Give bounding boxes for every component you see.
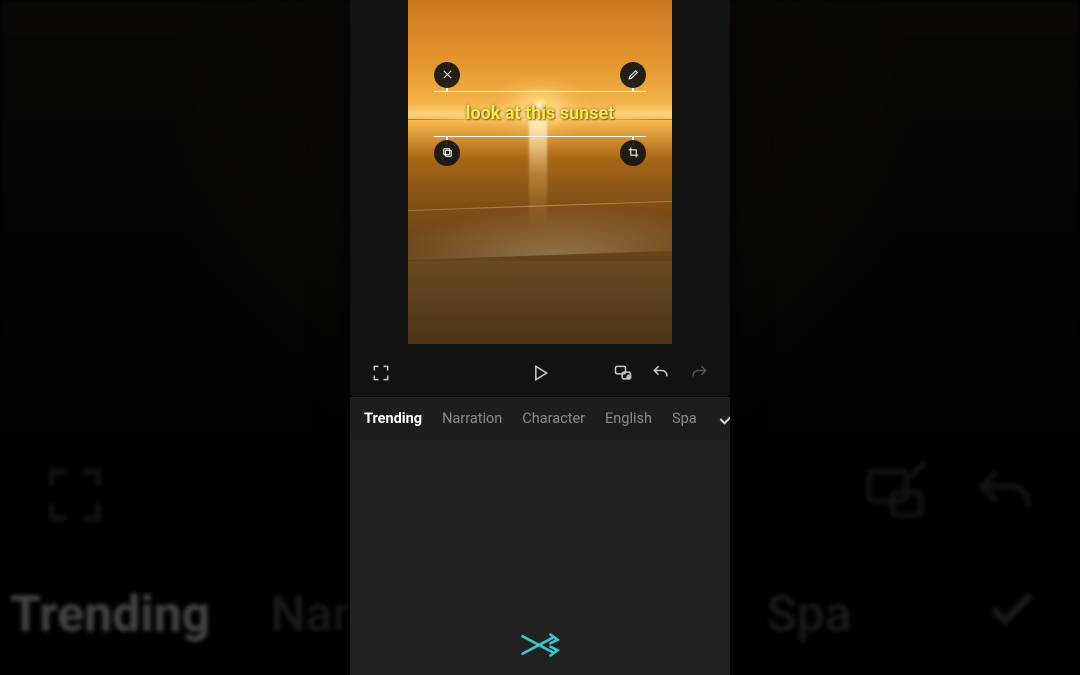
pip-icon [860,460,930,530]
crop-icon [627,146,640,159]
bg-tab: Trending [10,586,210,644]
voice-category-tabs: Trending Narration Character English Spa [350,396,730,440]
preview-container: look at this sunset [350,0,730,350]
pip-icon [613,363,633,383]
caption-text: look at this sunset [466,103,615,124]
pencil-icon [627,68,640,81]
tab-trending[interactable]: Trending [364,410,422,427]
tab-narration[interactable]: Narration [442,410,502,427]
fullscreen-button[interactable] [368,360,394,386]
undo-icon [970,460,1040,530]
check-icon [717,409,730,429]
beach [408,261,672,344]
redo-button[interactable] [686,360,712,386]
play-icon [530,363,550,383]
undo-button[interactable] [648,360,674,386]
capcut-mark-icon [519,629,561,661]
wave [408,199,672,261]
voice-picker-area [350,440,730,675]
check-icon [984,581,1070,650]
tab-english[interactable]: English [605,410,652,427]
bg-tab: Spa [766,586,851,644]
resize-caption-handle[interactable] [620,140,646,166]
pip-button[interactable] [610,360,636,386]
undo-icon [651,363,671,383]
player-controls [350,350,730,396]
expand-icon [40,460,110,530]
caption-selection[interactable]: look at this sunset [434,91,646,137]
editor-panel: look at this sunset [350,0,730,675]
confirm-button[interactable] [717,409,730,429]
copy-icon [441,146,454,159]
play-button[interactable] [527,360,553,386]
tab-spanish[interactable]: Spa [672,410,697,427]
copy-caption-button[interactable] [434,140,460,166]
app-logo [519,629,561,665]
edit-caption-button[interactable] [620,62,646,88]
video-preview[interactable]: look at this sunset [408,0,672,344]
delete-caption-button[interactable] [434,62,460,88]
tab-character[interactable]: Character [522,410,585,427]
expand-icon [371,363,391,383]
close-icon [441,68,454,81]
redo-icon [689,363,709,383]
